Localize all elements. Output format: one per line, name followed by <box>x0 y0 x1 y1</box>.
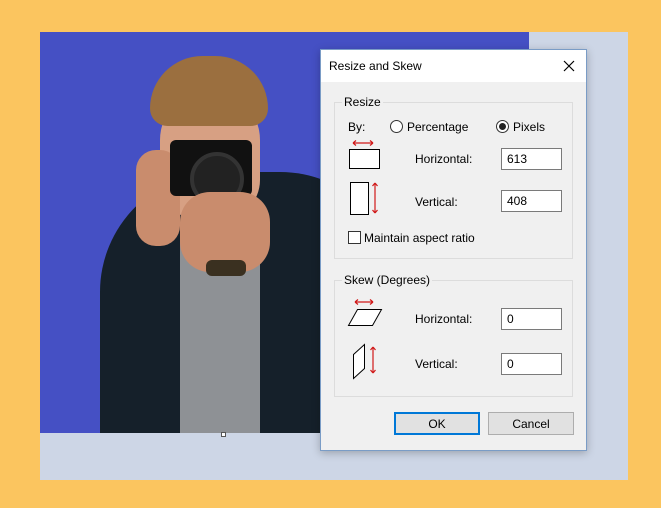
skew-vertical-icon <box>353 343 376 380</box>
cancel-button[interactable]: Cancel <box>488 412 574 435</box>
skew-horizontal-icon <box>347 299 383 326</box>
skew-group: Skew (Degrees) Horizontal: Vertical: <box>334 273 573 397</box>
maintain-aspect-checkbox[interactable] <box>348 231 361 244</box>
resize-vertical-label: Vertical: <box>415 195 458 209</box>
close-icon <box>563 60 575 72</box>
skew-vertical-label: Vertical: <box>415 357 458 371</box>
photo-hair <box>150 56 268 126</box>
percentage-label[interactable]: Percentage <box>407 120 468 134</box>
ok-button[interactable]: OK <box>394 412 480 435</box>
photo-watch <box>206 260 246 276</box>
resize-vertical-input[interactable] <box>501 190 562 212</box>
percentage-radio[interactable] <box>390 120 403 133</box>
resize-skew-dialog: Resize and Skew Resize By: Percentage Pi… <box>320 49 587 451</box>
resize-group-title: Resize <box>342 95 383 109</box>
dialog-titlebar[interactable]: Resize and Skew <box>321 50 586 82</box>
pixels-label[interactable]: Pixels <box>513 120 545 134</box>
maintain-aspect-label[interactable]: Maintain aspect ratio <box>364 231 475 245</box>
canvas-resize-handle[interactable] <box>221 432 226 437</box>
skew-horizontal-input[interactable] <box>501 308 562 330</box>
dialog-title: Resize and Skew <box>329 59 422 73</box>
resize-horizontal-label: Horizontal: <box>415 152 473 166</box>
by-label: By: <box>348 120 366 134</box>
skew-vertical-input[interactable] <box>501 353 562 375</box>
resize-vertical-icon <box>350 182 378 215</box>
resize-horizontal-input[interactable] <box>501 148 562 170</box>
pixels-radio[interactable] <box>496 120 509 133</box>
resize-group: Resize By: Percentage Pixels Horizontal:… <box>334 95 573 259</box>
skew-horizontal-label: Horizontal: <box>415 312 473 326</box>
skew-group-title: Skew (Degrees) <box>342 273 433 287</box>
close-button[interactable] <box>552 50 586 82</box>
resize-horizontal-icon <box>349 140 380 169</box>
